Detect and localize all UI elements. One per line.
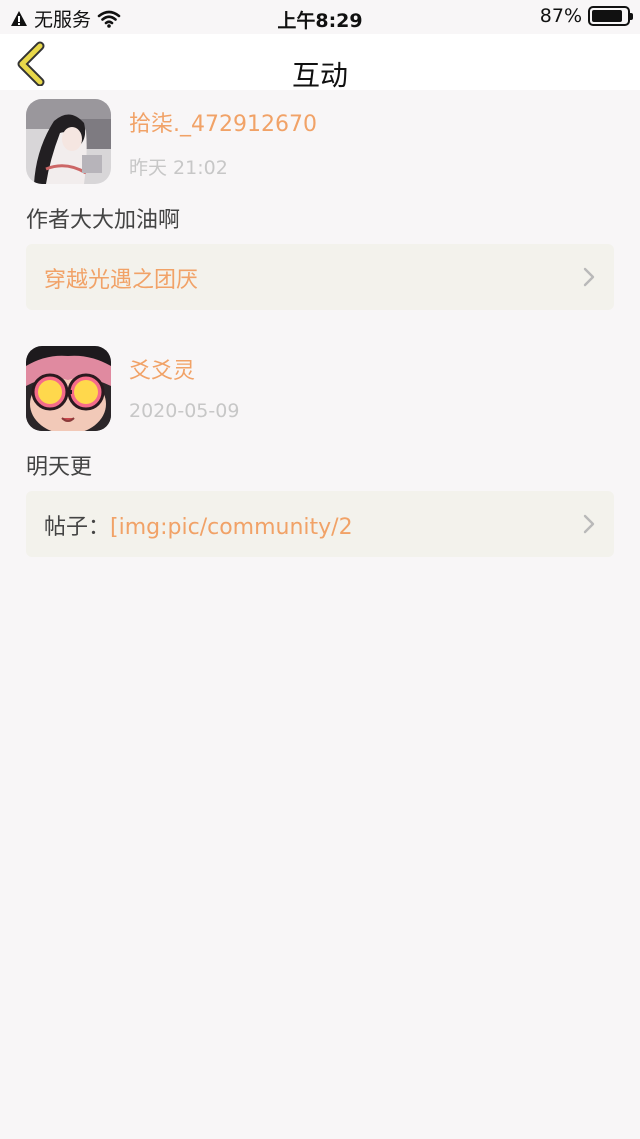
battery-percent: 87% xyxy=(539,5,582,27)
page-title: 互动 xyxy=(291,59,348,92)
battery-tip xyxy=(630,13,633,20)
status-bar: 无服务 上午8:29 87% xyxy=(0,0,640,34)
chevron-right-icon xyxy=(583,267,595,287)
interaction-item[interactable]: 拾柒._472912670 昨天 21:02 作者大大加油啊 穿越光遇之团厌 xyxy=(0,90,640,320)
reference-text: 帖子：[img:pic/community/2 xyxy=(44,509,353,541)
status-right: 87% xyxy=(539,5,633,27)
reference-text: 穿越光遇之团厌 xyxy=(44,262,198,294)
timestamp: 2020-05-09 xyxy=(129,400,240,422)
comment-text: 作者大大加油啊 xyxy=(26,208,181,233)
username[interactable]: 爻爻灵 xyxy=(129,353,195,385)
reference-title: [img:pic/community/2 xyxy=(110,515,353,540)
chevron-right-icon xyxy=(583,514,595,534)
interaction-item[interactable]: 爻爻灵 2020-05-09 明天更 帖子：[img:pic/community… xyxy=(0,337,640,567)
timestamp: 昨天 21:02 xyxy=(129,157,228,179)
battery-icon xyxy=(588,6,633,26)
reference-card[interactable]: 帖子：[img:pic/community/2 xyxy=(26,491,614,557)
nav-bar: 互动 xyxy=(0,34,640,92)
battery-fill xyxy=(592,10,622,22)
comment-text: 明天更 xyxy=(26,455,93,480)
reference-card[interactable]: 穿越光遇之团厌 xyxy=(26,244,614,310)
reference-label: 帖子： xyxy=(44,515,111,540)
user-photo-avatar-icon xyxy=(26,99,111,184)
anime-girl-avatar-icon xyxy=(26,346,111,431)
avatar[interactable] xyxy=(26,99,111,184)
avatar[interactable] xyxy=(26,346,111,431)
reference-title: 穿越光遇之团厌 xyxy=(44,268,199,293)
username[interactable]: 拾柒._472912670 xyxy=(129,106,317,138)
